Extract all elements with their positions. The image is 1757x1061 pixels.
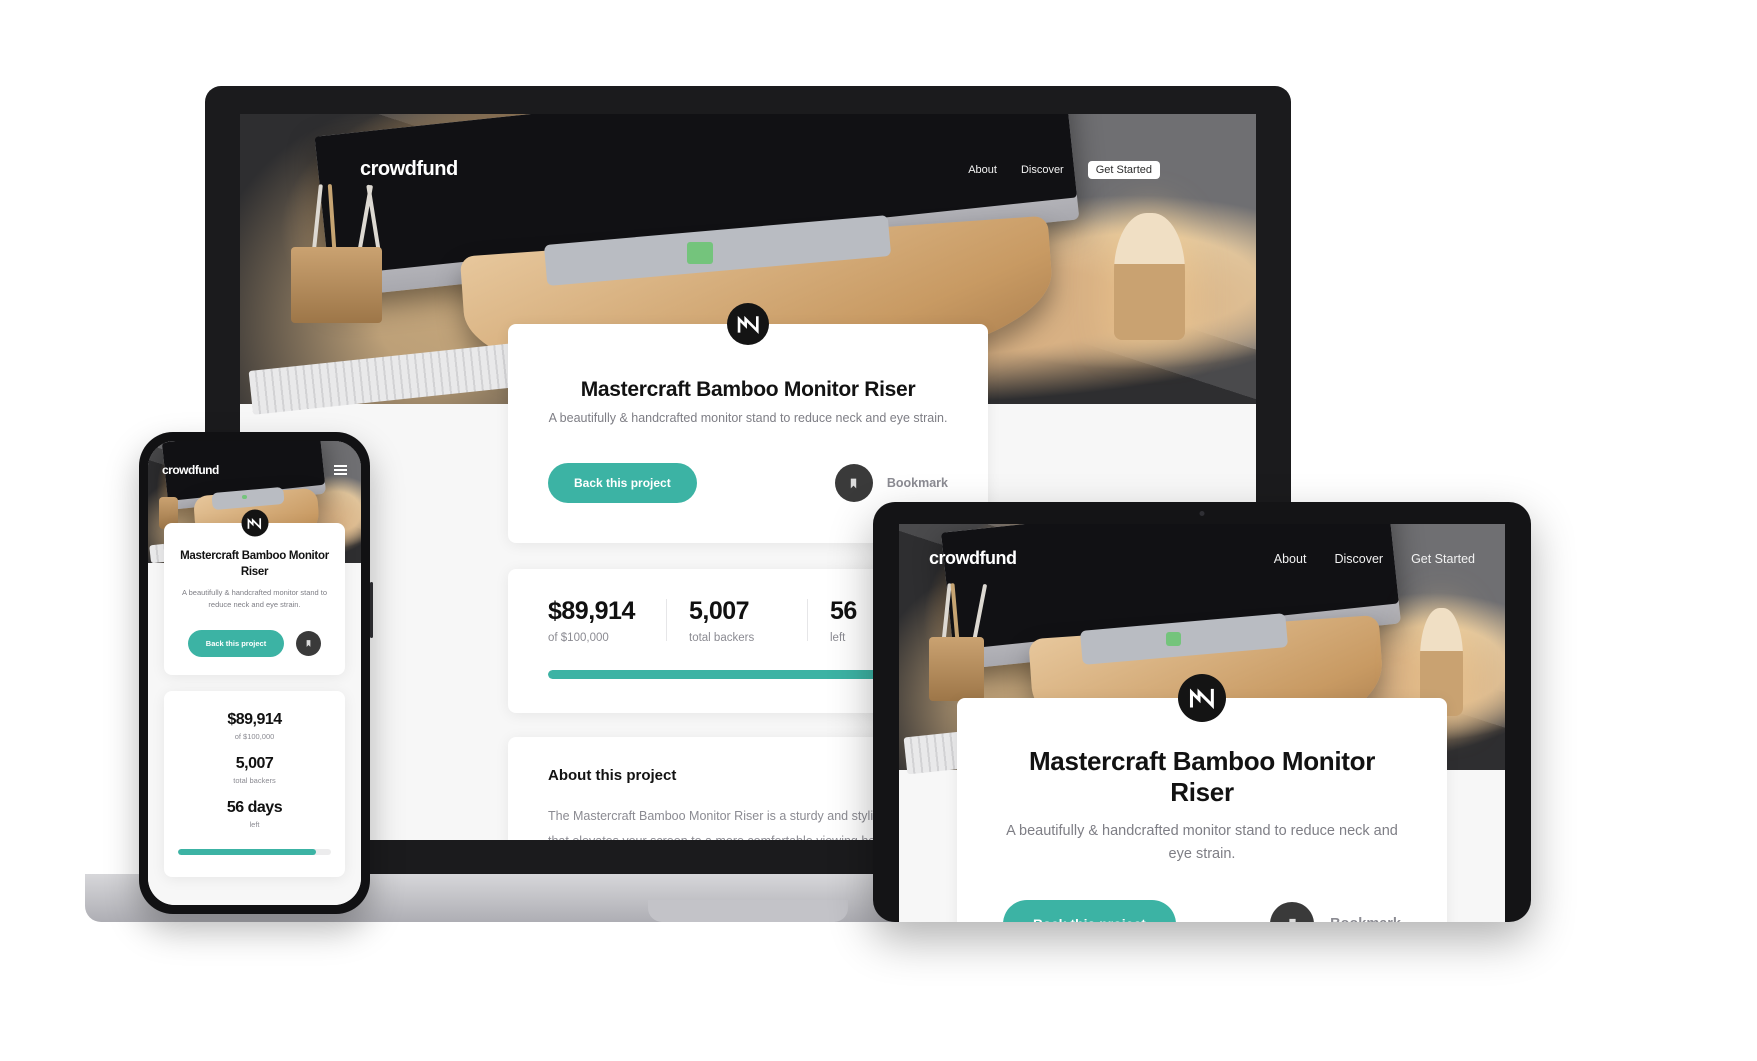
nav-links: About Discover Get Started (968, 160, 1160, 179)
project-title: Mastercraft Bamboo Monitor Riser (180, 550, 329, 578)
crowdfund-mastercraft-logo-icon (1178, 674, 1226, 722)
nav-item-get-started[interactable]: Get Started (1411, 552, 1475, 566)
project-tagline: A beautifully & handcrafted monitor stan… (181, 588, 328, 609)
nav-item-about[interactable]: About (968, 164, 997, 176)
funding-progress-bar (178, 849, 331, 856)
stat-amount-label: of $100,000 (548, 632, 609, 644)
project-actions: Back this project (178, 630, 331, 658)
stat-amount-value: $89,914 (227, 711, 282, 729)
stat-backers: 5,007 total backers (178, 755, 331, 785)
back-this-project-button[interactable]: Back this project (548, 463, 697, 503)
bookmark-icon[interactable] (834, 464, 873, 502)
tablet-device-mockup: crowdfund About Discover Get Started Mas… (873, 502, 1531, 922)
stat-amount: $89,914 of $100,000 (178, 711, 331, 741)
bookmark-label: Bookmark (886, 476, 948, 490)
responsive-mockup-scene: crowdfund About Discover Get Started Mas… (0, 0, 1757, 1061)
stat-amount: $89,914 of $100,000 (548, 597, 666, 644)
stat-backers-label: total backers (233, 776, 276, 786)
brand-logo[interactable]: crowdfund (162, 463, 219, 477)
hero-green-object (687, 241, 714, 264)
project-actions: Back this project Bookmark (1003, 900, 1401, 922)
bookmark-control[interactable]: Bookmark (834, 464, 948, 502)
crowdfund-site-tablet: crowdfund About Discover Get Started Mas… (899, 524, 1505, 922)
crowdfund-mastercraft-logo-icon (241, 509, 268, 537)
bookmark-icon[interactable] (296, 631, 322, 657)
stat-days-value: 56 days (226, 799, 283, 817)
phone-side-button (370, 582, 373, 638)
stat-backers-label: total backers (689, 632, 755, 644)
project-stats-card-mobile: $89,914 of $100,000 5,007 total backers … (164, 691, 345, 878)
bookmark-icon[interactable] (1270, 902, 1315, 922)
back-this-project-button[interactable]: Back this project (1003, 900, 1176, 922)
site-navbar-desktop: crowdfund About Discover Get Started (240, 114, 1256, 181)
project-summary-card-tablet: Mastercraft Bamboo Monitor Riser A beaut… (957, 674, 1447, 922)
tablet-viewport: crowdfund About Discover Get Started Mas… (899, 524, 1505, 922)
crowdfund-site-mobile: crowdfund Mastercraft Bamboo Monitor Ris… (148, 441, 361, 905)
funding-progress-fill (548, 670, 908, 679)
hero-green-object (1165, 632, 1182, 646)
hero-lamp (1113, 212, 1185, 341)
project-title: Mastercraft Bamboo Monitor Riser (1028, 746, 1376, 807)
laptop-trackpad-notch (648, 900, 848, 922)
hero-pen-cup (929, 637, 984, 702)
project-tagline: A beautifully & handcrafted monitor stan… (1006, 823, 1398, 863)
stat-backers: 5,007 total backers (667, 597, 807, 644)
phone-viewport: crowdfund Mastercraft Bamboo Monitor Ris… (148, 441, 361, 905)
nav-item-discover[interactable]: Discover (1021, 164, 1064, 176)
hero-pen-cup (290, 247, 383, 323)
stat-days: 56 days left (178, 799, 331, 829)
phone-device-mockup: crowdfund Mastercraft Bamboo Monitor Ris… (139, 432, 373, 914)
back-this-project-button[interactable]: Back this project (187, 630, 285, 658)
stat-amount-label: of $100,000 (234, 732, 275, 742)
nav-get-started-button[interactable]: Get Started (1087, 160, 1160, 179)
site-navbar-mobile: crowdfund (148, 441, 361, 477)
bookmark-control[interactable]: Bookmark (1270, 902, 1401, 922)
crowdfund-mastercraft-logo-icon (727, 303, 769, 345)
nav-item-discover[interactable]: Discover (1334, 552, 1383, 566)
nav-links: About Discover Get Started (1274, 552, 1475, 566)
project-title: Mastercraft Bamboo Monitor Riser (580, 378, 916, 401)
nav-item-about[interactable]: About (1274, 552, 1307, 566)
stat-amount-value: $89,914 (548, 597, 635, 625)
project-summary-card-mobile: Mastercraft Bamboo Monitor Riser A beaut… (164, 509, 345, 676)
bookmark-label: Bookmark (1330, 916, 1401, 922)
stat-days-label: left (249, 820, 260, 830)
funding-progress-fill (178, 849, 316, 856)
tablet-camera (1199, 511, 1205, 516)
brand-logo[interactable]: crowdfund (360, 158, 458, 181)
brand-logo[interactable]: crowdfund (929, 548, 1017, 569)
hamburger-menu-icon[interactable] (334, 465, 347, 475)
stat-backers-value: 5,007 (235, 755, 274, 773)
site-navbar-tablet: crowdfund About Discover Get Started (899, 524, 1505, 569)
project-tagline: A beautifully & handcrafted monitor stan… (548, 411, 948, 425)
stat-backers-value: 5,007 (689, 597, 750, 625)
project-actions: Back this project Bookmark (548, 463, 948, 503)
